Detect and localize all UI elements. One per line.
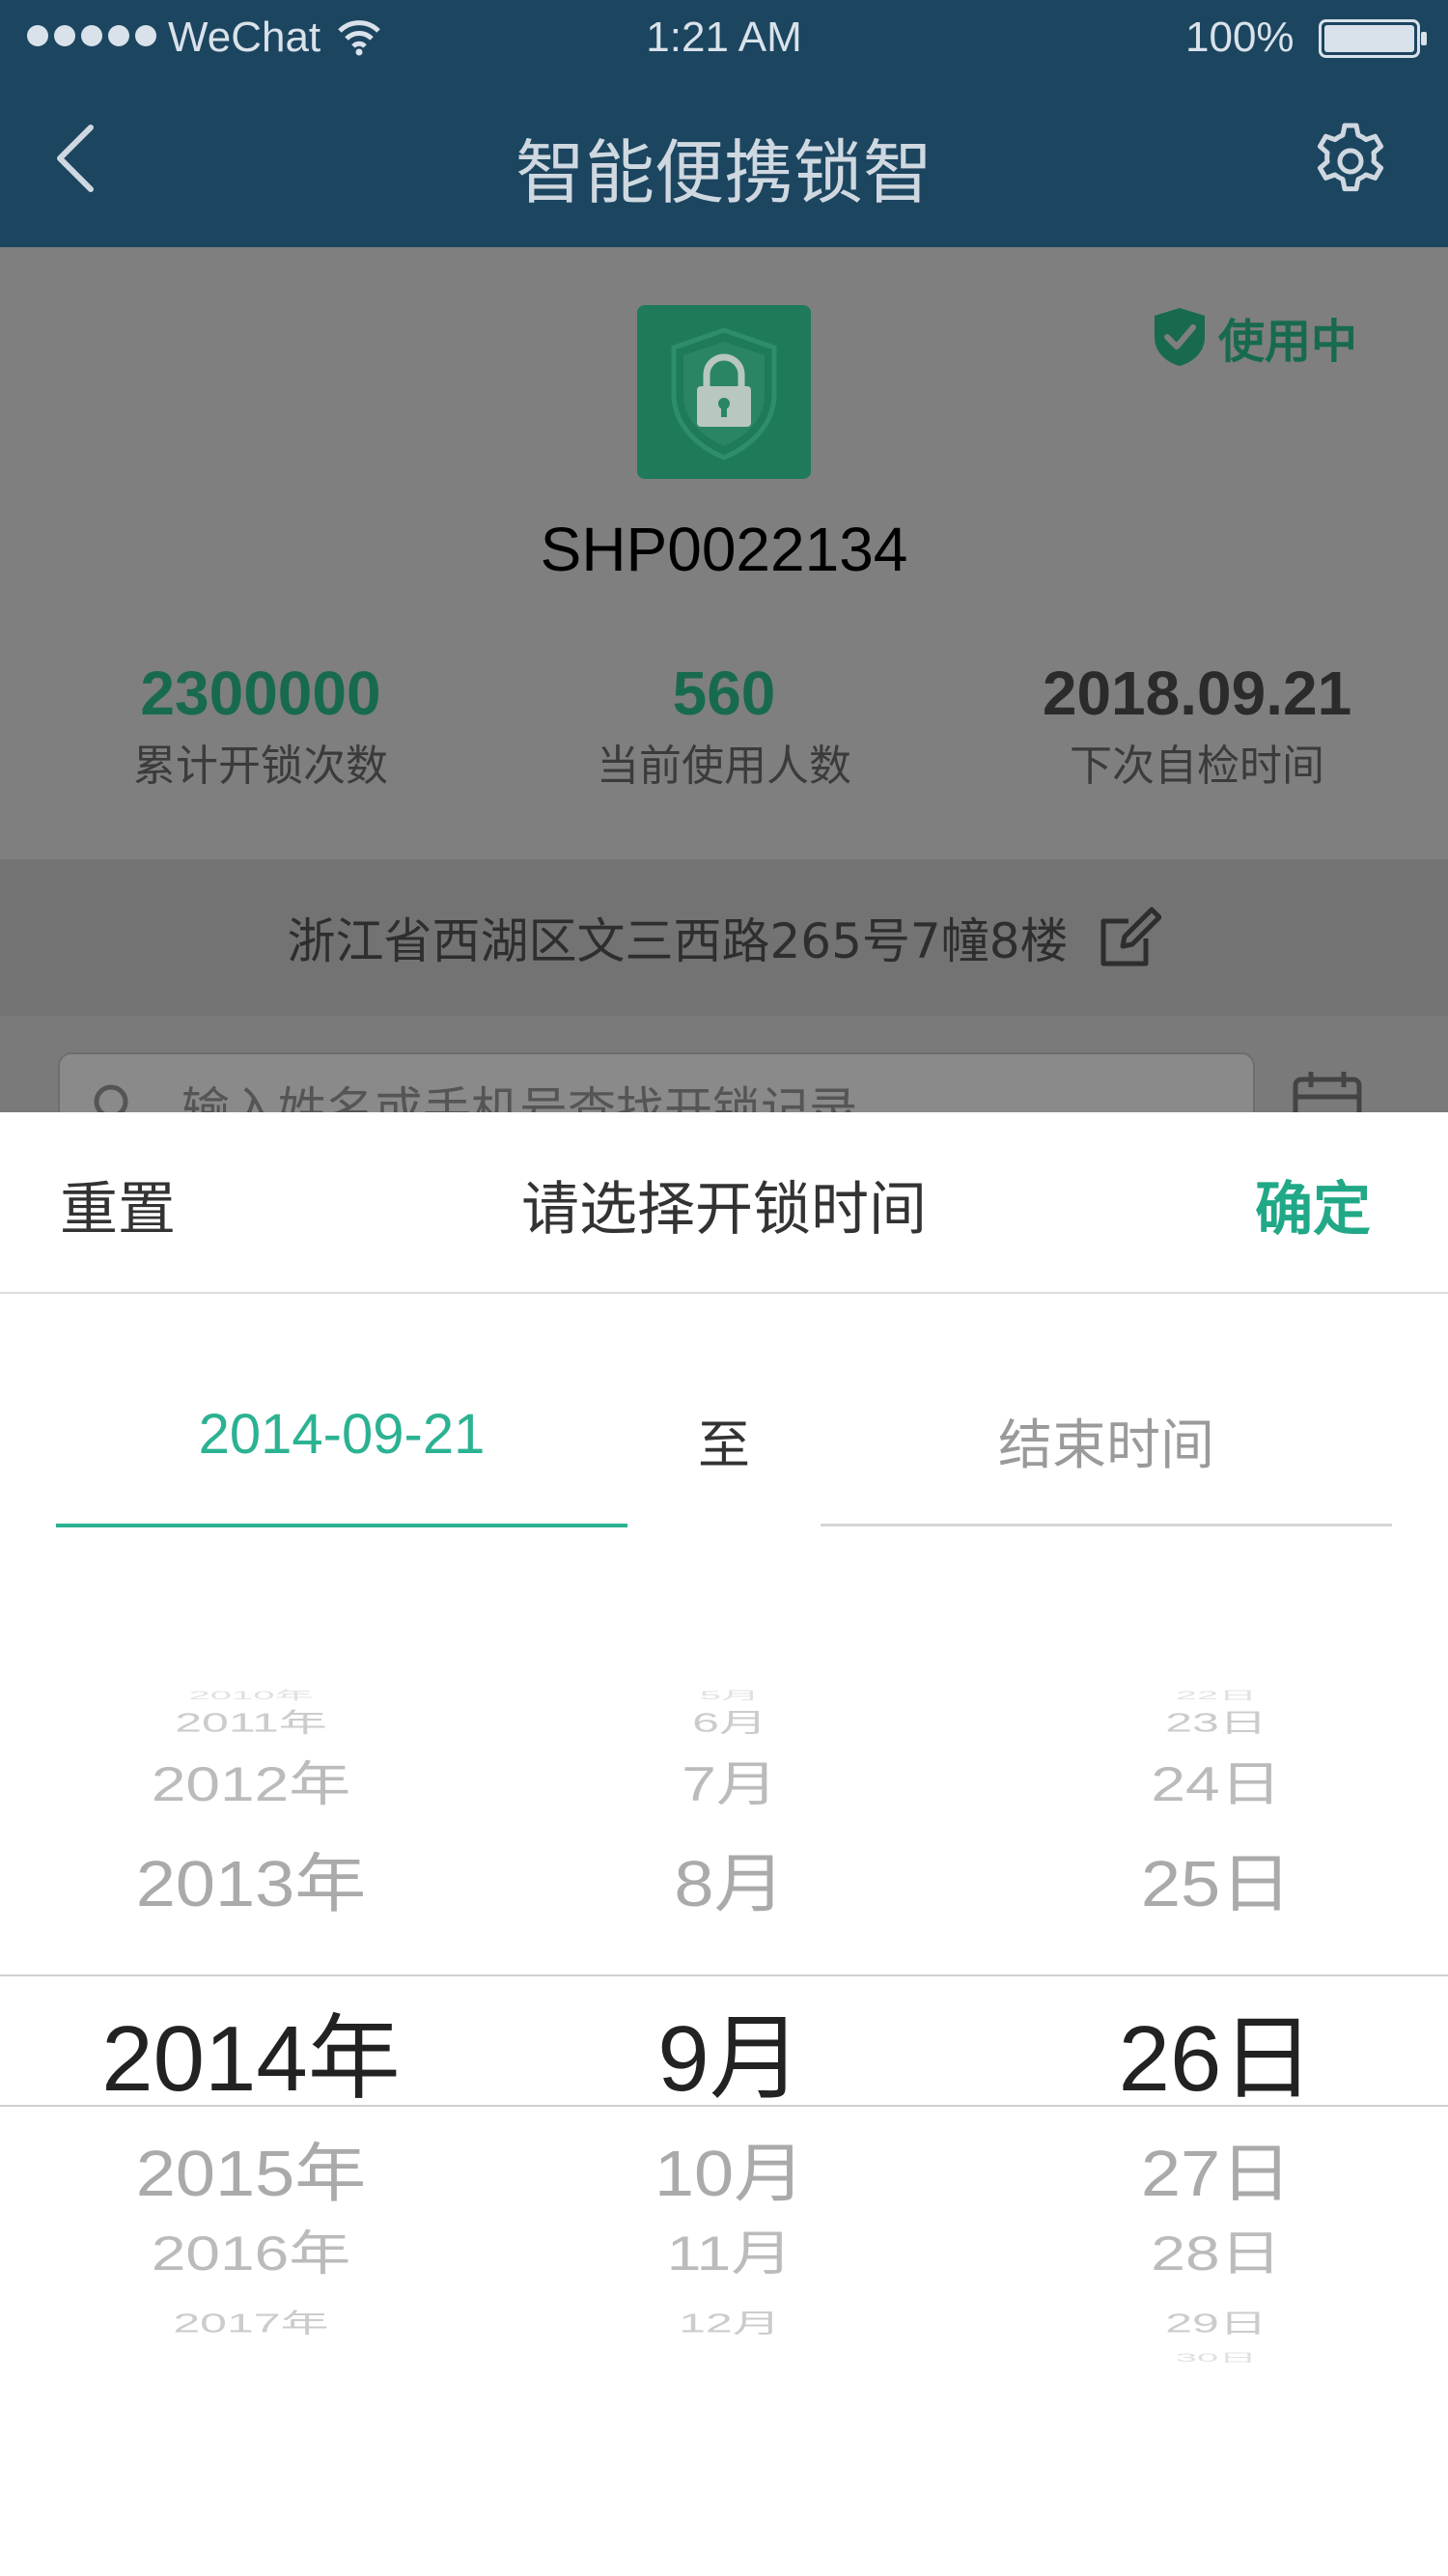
end-date-tab[interactable]: 结束时间 xyxy=(821,1402,1392,1480)
year-option[interactable]: 2017年 xyxy=(10,2302,492,2340)
day-option[interactable]: 27日 xyxy=(975,2121,1448,2214)
stat-unlock-count: 2300000 累计开锁次数 xyxy=(19,655,502,796)
year-option[interactable]: 2010年 xyxy=(10,1686,492,1702)
stat-label: 当前使用人数 xyxy=(597,742,851,791)
month-option-selected[interactable]: 9月 xyxy=(488,1983,971,2117)
address-text: 浙江省西湖区文三西路265号7幢8楼 xyxy=(287,913,1069,969)
day-option[interactable]: 29日 xyxy=(975,2302,1448,2340)
search-icon xyxy=(94,1084,128,1112)
month-option[interactable]: 10月 xyxy=(488,2121,971,2214)
start-date-tab[interactable]: 2014-09-21 xyxy=(56,1402,627,1479)
lock-shield-icon xyxy=(637,305,811,479)
day-option[interactable]: 23日 xyxy=(975,1701,1448,1740)
edit-icon[interactable] xyxy=(1098,906,1161,969)
address-bar: 浙江省西湖区文三西路265号7幢8楼 xyxy=(0,859,1448,1016)
range-separator: 至 xyxy=(698,1414,750,1475)
month-option[interactable]: 12月 xyxy=(488,2302,971,2340)
shield-check-icon xyxy=(1155,308,1205,366)
month-option[interactable]: 8月 xyxy=(488,1832,971,1924)
stat-value: 560 xyxy=(672,658,776,728)
start-date-underline xyxy=(56,1524,627,1527)
search-area: 输入姓名或手机号查找开锁记录 xyxy=(0,1016,1448,1112)
battery-percent: 100% xyxy=(1185,14,1295,61)
battery-icon xyxy=(1319,19,1427,58)
nav-bar: 智能便携锁智 xyxy=(0,77,1448,247)
year-wheel[interactable]: 2010年 2011年 2012年 2013年 2014年 2015年 2016… xyxy=(10,1690,492,2387)
day-wheel[interactable]: 22日 23日 24日 25日 26日 27日 28日 29日 30日 xyxy=(975,1690,1448,2387)
stat-next-check: 2018.09.21 下次自检时间 xyxy=(956,655,1438,796)
month-option[interactable]: 6月 xyxy=(488,1701,971,1740)
confirm-button[interactable]: 确定 xyxy=(1255,1162,1371,1246)
end-date-underline xyxy=(821,1524,1392,1526)
day-option[interactable]: 30日 xyxy=(975,2348,1448,2365)
year-option[interactable]: 2013年 xyxy=(10,1832,492,1924)
status-badge: 使用中 xyxy=(1153,303,1357,371)
device-panel: 使用中 SHP0022134 2300000 累计开锁次数 560 当前使用人数… xyxy=(0,247,1448,859)
sheet-title: 请选择开锁时间 xyxy=(521,1176,927,1244)
month-option[interactable]: 11月 xyxy=(488,2215,971,2284)
month-wheel[interactable]: 5月 6月 7月 8月 9月 10月 11月 12月 xyxy=(488,1690,971,2387)
stat-user-count: 560 当前使用人数 xyxy=(483,655,965,796)
year-option[interactable]: 2012年 xyxy=(10,1746,492,1815)
stat-value: 2018.09.21 xyxy=(1042,658,1352,728)
day-option-selected[interactable]: 26日 xyxy=(975,1983,1448,2117)
stat-label: 累计开锁次数 xyxy=(133,742,388,791)
year-option[interactable]: 2011年 xyxy=(10,1701,492,1740)
date-picker-sheet: 重置 请选择开锁时间 确定 2014-09-21 至 结束时间 2010年 20… xyxy=(0,1112,1448,2576)
month-option[interactable]: 5月 xyxy=(488,1686,971,1702)
month-option[interactable]: 7月 xyxy=(488,1746,971,1815)
day-option[interactable]: 28日 xyxy=(975,2215,1448,2284)
stat-value: 2300000 xyxy=(140,658,381,728)
day-option[interactable]: 22日 xyxy=(975,1686,1448,1702)
year-option[interactable]: 2015年 xyxy=(10,2121,492,2214)
day-option[interactable]: 24日 xyxy=(975,1746,1448,1815)
status-bar: WeChat 1:21 AM 100% xyxy=(0,0,1448,77)
gear-icon[interactable] xyxy=(1309,120,1392,203)
year-option-selected[interactable]: 2014年 xyxy=(10,1983,492,2117)
status-text: 使用中 xyxy=(1218,315,1358,369)
page-title: 智能便携锁智 xyxy=(515,132,933,213)
device-id: SHP0022134 xyxy=(540,515,908,584)
divider xyxy=(0,1292,1448,1294)
day-option[interactable]: 25日 xyxy=(975,1832,1448,1924)
search-placeholder: 输入姓名或手机号查找开锁记录 xyxy=(181,1082,857,1112)
stat-label: 下次自检时间 xyxy=(1070,742,1324,791)
year-option[interactable]: 2016年 xyxy=(10,2215,492,2284)
date-wheel-picker[interactable]: 2010年 2011年 2012年 2013年 2014年 2015年 2016… xyxy=(0,1690,1448,2387)
calendar-icon[interactable] xyxy=(1292,1070,1363,1112)
